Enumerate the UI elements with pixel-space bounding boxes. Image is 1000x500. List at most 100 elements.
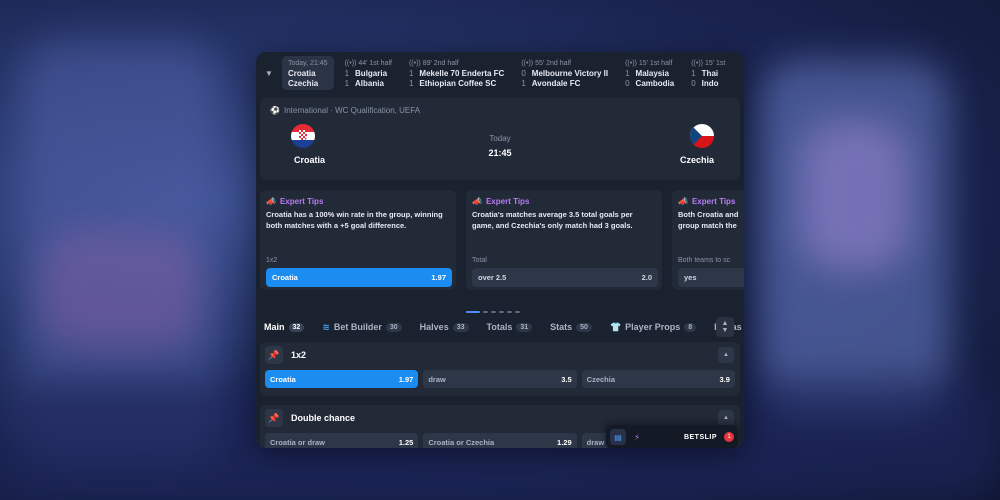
tab-label: Halves xyxy=(419,322,449,332)
ticker-home-score: 1 xyxy=(625,69,630,78)
carousel-dot[interactable] xyxy=(499,311,504,313)
ticker-match[interactable]: ((•)) 89' 2nd half 11 Mekelle 70 Enderta… xyxy=(403,56,510,90)
lightning-icon[interactable]: ⚡ xyxy=(629,429,645,445)
outcome-label: Croatia or Czechia xyxy=(428,437,495,447)
ticker-away: Ethiopian Coffee SC xyxy=(419,79,497,88)
ticker-home: Croatia xyxy=(288,69,316,78)
kickoff-time: 21:45 xyxy=(488,148,512,158)
ticker-home: Malaysia xyxy=(635,69,669,78)
megaphone-icon: 📣 xyxy=(472,197,482,206)
tip-pick-button[interactable]: Croatia 1.97 xyxy=(266,268,452,287)
sportsbook-app: ▼ Today, 21:45 Croatia Czechia ((•)) 44'… xyxy=(256,52,744,448)
tab-count: 8 xyxy=(684,322,697,332)
betslip-bar[interactable]: ▤ ⚡ BETSLIP 1 xyxy=(606,425,738,448)
outcome-label: Czechia xyxy=(586,374,616,384)
ticker-match[interactable]: Today, 21:45 Croatia Czechia xyxy=(282,56,334,90)
betslip-ticket-icon[interactable]: ▤ xyxy=(610,429,626,445)
ticker-match[interactable]: ((•)) 55' 2nd half 01 Melbourne Victory … xyxy=(515,56,614,90)
ticker-away-score: 1 xyxy=(521,79,526,88)
carousel-dot[interactable] xyxy=(507,311,512,313)
league-name: International · WC Qualification, UEFA xyxy=(283,106,421,115)
tip-heading: Expert Tips xyxy=(485,197,530,206)
tab-count: 50 xyxy=(576,322,592,332)
tab-count: 32 xyxy=(288,322,305,332)
outcome-label: Croatia or draw xyxy=(270,437,326,447)
tip-text: Both Croatia and group match the xyxy=(678,210,739,230)
tab-player-props[interactable]: 👕 Player Props 8 xyxy=(606,320,700,335)
outcome-label: draw xyxy=(428,374,446,384)
live-broadcast-icon: ((•)) xyxy=(521,60,534,67)
match-header: ⚽ International · WC Qualification, UEFA… xyxy=(260,98,740,180)
ticker-time: Today, 21:45 xyxy=(288,60,328,67)
outcome-odd: 3.5 xyxy=(561,374,572,384)
outcome-odd: 3.9 xyxy=(719,374,730,384)
ticker-match[interactable]: ((•)) 15' 1st half 10 Malaysia Cambodia xyxy=(619,56,680,90)
tab-label: Player Props xyxy=(625,322,681,332)
tip-pick-button[interactable]: over 2.5 2.0 xyxy=(472,268,658,287)
betslip-count-badge: 1 xyxy=(724,432,734,442)
background-blur xyxy=(800,120,910,270)
ticker-away-score: 1 xyxy=(408,79,414,88)
outcome-button[interactable]: Czechia 3.9 xyxy=(581,370,735,388)
ticker-home: Thai xyxy=(701,69,719,78)
tip-pick-button[interactable]: yes xyxy=(678,268,744,287)
tip-pick-label: yes xyxy=(684,273,697,282)
tab-count: 30 xyxy=(385,322,402,332)
collapse-chevron-icon[interactable]: ▲ xyxy=(718,347,734,363)
ticker-home-score: 1 xyxy=(408,69,414,78)
ticker-time: 44' 1st half xyxy=(358,60,392,67)
ticker-match[interactable]: ((•)) 15' 1st 10 Thai Indo xyxy=(685,56,731,90)
outcome-odd: 1.25 xyxy=(398,437,414,447)
market-title: Double chance xyxy=(291,413,356,423)
ticker-home-score: 1 xyxy=(691,69,696,78)
tip-heading: Expert Tips xyxy=(279,197,324,206)
outcome-button[interactable]: Croatia 1.97 xyxy=(265,370,419,388)
match-ticker: ▼ Today, 21:45 Croatia Czechia ((•)) 44'… xyxy=(256,52,744,94)
tip-pick-label: Croatia xyxy=(272,273,298,282)
ticker-time: 15' 1st half xyxy=(638,60,673,67)
carousel-dot[interactable] xyxy=(491,311,496,313)
market-1x2: 📌 1x2 ▲ Croatia 1.97 draw 3.5 Czechia 3.9 xyxy=(260,342,740,396)
carousel-pagination xyxy=(466,311,520,313)
carousel-dot[interactable] xyxy=(515,311,520,313)
expert-tip-card: 📣 Expert Tips Both Croatia and group matc… xyxy=(672,190,744,290)
outcome-button[interactable]: draw 3.5 xyxy=(423,370,577,388)
ticker-away: Cambodia xyxy=(635,79,675,88)
ticker-away-score: 0 xyxy=(625,79,630,88)
pin-icon[interactable]: 📌 xyxy=(265,409,283,427)
live-broadcast-icon: ((•)) xyxy=(691,60,703,67)
live-broadcast-icon: ((•)) xyxy=(408,60,421,67)
outcome-button[interactable]: Croatia or Czechia 1.29 xyxy=(423,433,577,448)
ticker-away-score: 0 xyxy=(691,79,696,88)
carousel-dot[interactable] xyxy=(466,311,480,313)
outcome-label: draw xyxy=(586,437,605,447)
tab-label: Stats xyxy=(550,322,573,332)
ticker-home-score: 0 xyxy=(521,69,526,78)
tab-bet-builder[interactable]: ≋ Bet Builder 30 xyxy=(318,320,405,335)
ticker-away: Avondale FC xyxy=(531,79,581,88)
tab-stats[interactable]: Stats 50 xyxy=(546,320,596,334)
expert-tips-carousel: 📣 Expert Tips Croatia has a 100% win rate… xyxy=(260,190,744,290)
outcome-odd: 1.97 xyxy=(398,374,414,384)
outcome-button[interactable]: Croatia or draw 1.25 xyxy=(265,433,419,448)
pin-icon[interactable]: 📌 xyxy=(265,346,283,364)
tip-market: Both teams to sc xyxy=(678,257,731,264)
collapse-chevron-icon[interactable]: ▲ xyxy=(718,410,734,426)
ticker-time: 55' 2nd half xyxy=(535,60,572,67)
market-title: 1x2 xyxy=(291,350,307,360)
ticker-home: Bulgaria xyxy=(355,69,388,78)
carousel-dot[interactable] xyxy=(483,311,488,313)
betslip-label: BETSLIP xyxy=(683,433,717,441)
ticker-home-score: 1 xyxy=(344,69,350,78)
ticker-away: Albania xyxy=(355,79,384,88)
scroll-arrows-icon[interactable]: ▲ ▼ xyxy=(716,317,734,337)
ticker-home: Mekelle 70 Enderta FC xyxy=(419,69,505,78)
ticker-time: 89' 2nd half xyxy=(422,60,459,67)
tab-halves[interactable]: Halves 33 xyxy=(416,320,473,334)
ticker-match[interactable]: ((•)) 44' 1st half 11 Bulgaria Albania xyxy=(339,56,398,90)
tab-totals[interactable]: Totals 31 xyxy=(483,320,537,334)
tab-main[interactable]: Main 32 xyxy=(260,320,308,334)
ticker-toggle-chevron-icon[interactable]: ▼ xyxy=(256,52,282,94)
tip-heading: Expert Tips xyxy=(691,197,736,206)
bet-builder-icon: ≋ xyxy=(322,321,330,332)
